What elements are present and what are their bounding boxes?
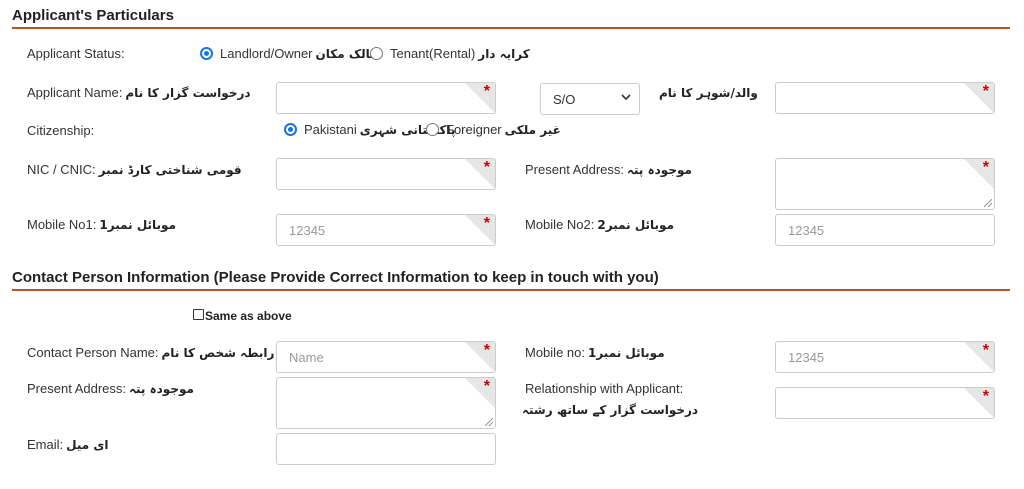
present-address-textarea[interactable]: [776, 159, 994, 209]
relationship-label-ur: درخواست گزار کے ساتھ رشتہ: [522, 403, 699, 417]
relationship-input[interactable]: [776, 388, 994, 418]
required-star: *: [483, 342, 490, 359]
required-star: *: [483, 378, 490, 395]
pakistani-label-ur: پاکستانی شہری: [359, 123, 456, 137]
citizenship-label: Citizenship:: [27, 123, 95, 138]
mobile1-input[interactable]: [277, 215, 495, 245]
required-corner: [964, 388, 994, 418]
nic-label-ur: قومی شناختی کارڈ نمبر: [98, 163, 242, 177]
required-star: *: [982, 388, 989, 405]
required-star: *: [483, 159, 490, 176]
mobile2-label-en: Mobile No2:: [525, 217, 595, 232]
relationship-label: Relationship with Applicant:: [525, 381, 684, 396]
contact-section-title: Contact Person Information (Please Provi…: [12, 269, 659, 286]
contact-address-field[interactable]: *: [276, 377, 496, 429]
present-address-label-en: Present Address:: [525, 162, 624, 177]
tenant-rental-label-en: Tenant(Rental): [390, 46, 476, 61]
contact-address-label: Present Address: موجودہ پتہ: [27, 381, 194, 396]
contact-mobile-input[interactable]: [776, 342, 994, 372]
contact-mobile-label: Mobile no: موبائل نمبر1: [525, 345, 665, 360]
required-corner: [465, 83, 495, 113]
foreigner-radio[interactable]: [426, 123, 439, 136]
email-input[interactable]: [277, 434, 495, 464]
email-field[interactable]: [276, 433, 496, 465]
applicant-name-label-ur: درخواست گزار کا نام: [125, 86, 251, 100]
nic-label-en: NIC / CNIC:: [27, 162, 96, 177]
required-corner: [465, 378, 495, 408]
required-corner: [465, 342, 495, 372]
landlord-owner-label[interactable]: Landlord/Owner مالک مکان: [220, 46, 378, 61]
foreigner-label[interactable]: Foreigner غیر ملکی: [446, 122, 561, 137]
landlord-owner-radio[interactable]: [200, 47, 213, 60]
tenant-rental-label[interactable]: Tenant(Rental) کرایہ دار: [390, 46, 530, 61]
chevron-down-icon: [621, 94, 631, 101]
pakistani-label-en: Pakistani: [304, 122, 357, 137]
contact-address-textarea[interactable]: [277, 378, 495, 428]
email-label-en: Email:: [27, 437, 64, 452]
contact-mobile-field[interactable]: *: [775, 341, 995, 373]
email-label-ur: ای میل: [66, 438, 109, 452]
applicant-section-divider: [12, 27, 1010, 29]
same-as-above-label[interactable]: Same as above: [205, 309, 292, 323]
resize-grip-icon[interactable]: [485, 418, 493, 426]
mobile2-field[interactable]: [775, 214, 995, 246]
applicant-name-label: Applicant Name: درخواست گزار کا نام: [27, 85, 251, 100]
required-corner: [465, 159, 495, 189]
mobile2-input[interactable]: [776, 215, 994, 245]
relation-select[interactable]: S/O: [540, 83, 640, 115]
landlord-owner-label-ur: مالک مکان: [315, 47, 378, 61]
nic-label: NIC / CNIC: قومی شناختی کارڈ نمبر: [27, 162, 242, 177]
relation-select-value: S/O: [553, 92, 576, 107]
contact-name-label-ur: رابطہ شخص کا نام: [161, 346, 275, 360]
nic-input[interactable]: [277, 159, 495, 189]
email-label: Email: ای میل: [27, 437, 108, 452]
contact-name-label: Contact Person Name: رابطہ شخص کا نام: [27, 345, 274, 360]
resize-grip-icon[interactable]: [984, 199, 992, 207]
required-corner: [964, 83, 994, 113]
father-name-input[interactable]: [776, 83, 994, 113]
required-star: *: [483, 215, 490, 232]
nic-field[interactable]: *: [276, 158, 496, 190]
same-as-above-checkbox[interactable]: [193, 309, 204, 320]
contact-section-divider: [12, 289, 1010, 291]
required-star: *: [982, 83, 989, 100]
required-star: *: [483, 83, 490, 100]
required-corner: [964, 159, 994, 189]
contact-name-field[interactable]: *: [276, 341, 496, 373]
landlord-owner-label-en: Landlord/Owner: [220, 46, 313, 61]
contact-name-label-en: Contact Person Name:: [27, 345, 159, 360]
contact-mobile-label-en: Mobile no:: [525, 345, 585, 360]
present-address-label: Present Address: موجودہ پتہ: [525, 162, 692, 177]
contact-name-input[interactable]: [277, 342, 495, 372]
mobile2-label: Mobile No2: موبائل نمبر2: [525, 217, 674, 232]
required-corner: [465, 215, 495, 245]
mobile1-field[interactable]: *: [276, 214, 496, 246]
father-name-field[interactable]: *: [775, 82, 995, 114]
mobile1-label: Mobile No1: موبائل نمبر1: [27, 217, 176, 232]
present-address-field[interactable]: *: [775, 158, 995, 210]
mobile2-label-ur: موبائل نمبر2: [597, 218, 675, 232]
contact-address-label-en: Present Address:: [27, 381, 126, 396]
contact-address-label-ur: موجودہ پتہ: [129, 382, 194, 396]
required-star: *: [982, 342, 989, 359]
tenant-rental-label-ur: کرایہ دار: [478, 47, 530, 61]
pakistani-radio[interactable]: [284, 123, 297, 136]
mobile1-label-ur: موبائل نمبر1: [99, 218, 177, 232]
applicant-name-label-en: Applicant Name:: [27, 85, 123, 100]
present-address-label-ur: موجودہ پتہ: [627, 163, 692, 177]
applicant-section-title: Applicant's Particulars: [12, 7, 174, 24]
father-name-label: والد/شوہر کا نام: [659, 86, 758, 100]
relationship-field[interactable]: *: [775, 387, 995, 419]
mobile1-label-en: Mobile No1:: [27, 217, 97, 232]
applicant-name-input[interactable]: [277, 83, 495, 113]
applicant-name-field[interactable]: *: [276, 82, 496, 114]
required-corner: [964, 342, 994, 372]
foreigner-label-ur: غیر ملکی: [504, 123, 561, 137]
applicant-status-label: Applicant Status:: [27, 46, 125, 61]
foreigner-label-en: Foreigner: [446, 122, 502, 137]
contact-mobile-label-ur: موبائل نمبر1: [587, 346, 665, 360]
tenant-rental-radio[interactable]: [370, 47, 383, 60]
required-star: *: [982, 159, 989, 176]
